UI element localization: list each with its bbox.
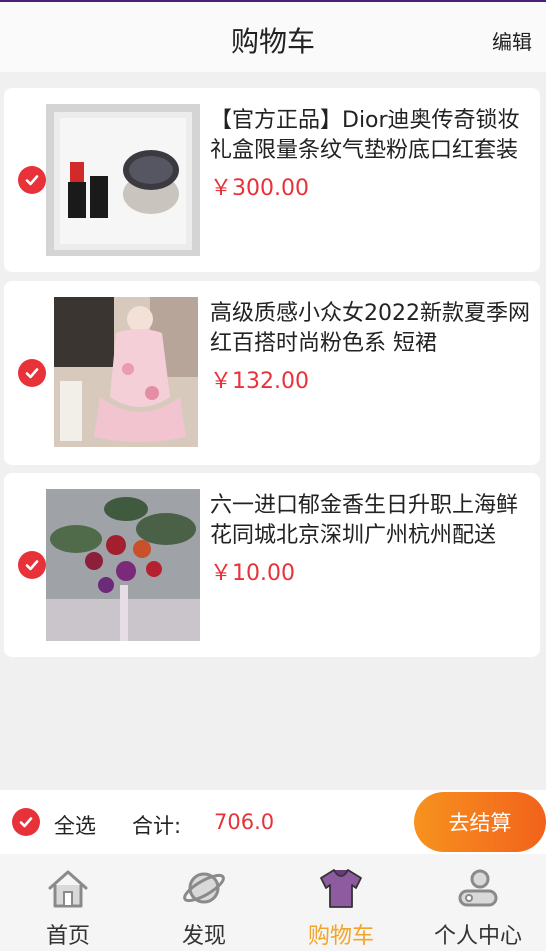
- tab-profile[interactable]: 个人中心: [410, 854, 546, 951]
- checkout-bar: 全选 合计: 706.0 去结算: [0, 790, 546, 854]
- cart-item[interactable]: 【官方正品】Dior迪奥传奇锁妆礼盒限量条纹气垫粉底口红套装 ￥300.00: [4, 88, 540, 272]
- home-icon: [48, 870, 88, 908]
- bottom-tab-bar: 首页 发现 购物车 个人中心: [0, 854, 546, 951]
- product-image[interactable]: [46, 489, 200, 641]
- user-icon: [458, 869, 498, 907]
- select-all-label[interactable]: 全选: [54, 810, 96, 840]
- checkmark-icon: [19, 817, 33, 828]
- product-image[interactable]: [54, 297, 198, 447]
- shirt-icon: [320, 869, 362, 908]
- checkmark-icon: [25, 175, 39, 186]
- item-checkbox[interactable]: [18, 551, 46, 579]
- tab-label: 首页: [45, 924, 90, 949]
- tab-cart[interactable]: 购物车: [273, 854, 409, 951]
- product-title[interactable]: 【官方正品】Dior迪奥传奇锁妆礼盒限量条纹气垫粉底口红套装: [210, 106, 530, 166]
- item-checkbox[interactable]: [18, 359, 46, 387]
- product-price: ￥132.00: [210, 369, 309, 394]
- tab-home[interactable]: 首页: [0, 854, 136, 951]
- planet-icon: [183, 872, 225, 904]
- cart-item[interactable]: 六一进口郁金香生日升职上海鲜花同城北京深圳广州杭州配送 ￥10.00: [4, 473, 540, 657]
- tab-label: 个人中心: [433, 924, 522, 949]
- cart-item[interactable]: 高级质感小众女2022新款夏季网红百搭时尚粉色系 短裙 ￥132.00: [4, 281, 540, 465]
- checkmark-icon: [25, 560, 39, 571]
- tab-label: 发现: [181, 924, 226, 949]
- select-all-checkbox[interactable]: [12, 808, 40, 836]
- page-title: 购物车: [230, 25, 315, 58]
- product-price: ￥300.00: [210, 176, 309, 201]
- checkmark-icon: [25, 368, 39, 379]
- header: 购物车 编辑: [0, 2, 546, 72]
- product-image[interactable]: [46, 104, 200, 256]
- edit-button[interactable]: 编辑: [492, 26, 532, 55]
- product-title[interactable]: 六一进口郁金香生日升职上海鲜花同城北京深圳广州杭州配送: [210, 491, 530, 551]
- tab-discover[interactable]: 发现: [136, 854, 272, 951]
- tab-label: 购物车: [307, 924, 374, 949]
- item-checkbox[interactable]: [18, 166, 46, 194]
- total-value: 706.0: [214, 810, 275, 834]
- product-price: ￥10.00: [210, 561, 295, 586]
- product-title[interactable]: 高级质感小众女2022新款夏季网红百搭时尚粉色系 短裙: [210, 299, 530, 359]
- total-label: 合计:: [132, 814, 182, 838]
- checkout-button[interactable]: 去结算: [414, 792, 546, 852]
